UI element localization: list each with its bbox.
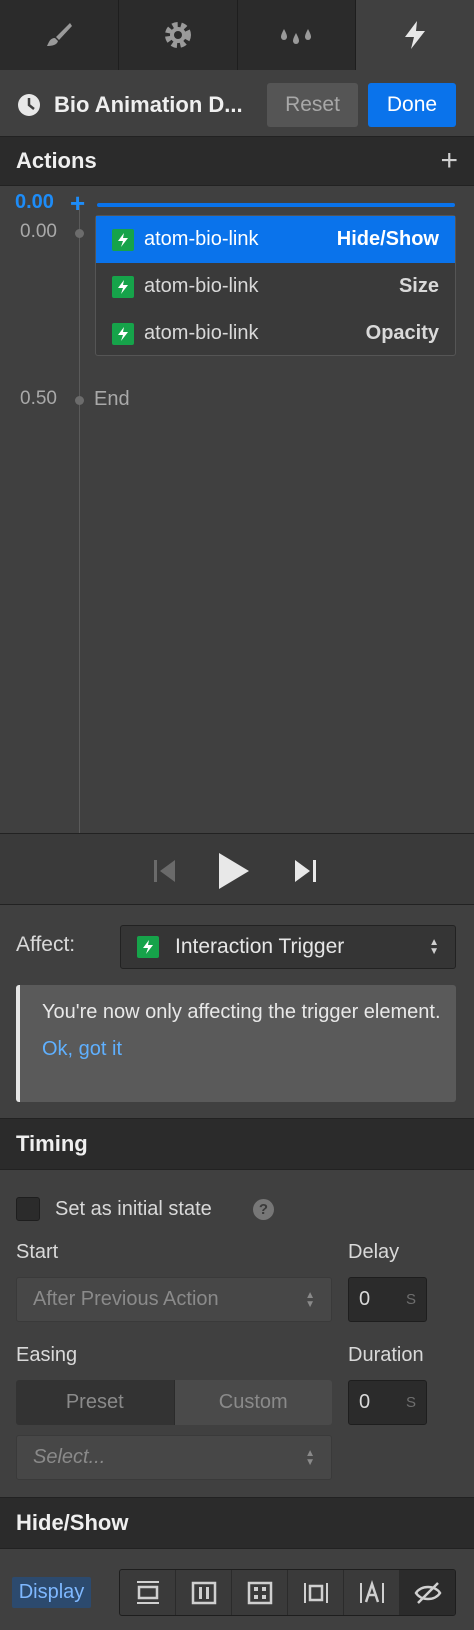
- duration-label: Duration: [348, 1344, 424, 1366]
- timeline-cursor-time[interactable]: 0.00: [15, 191, 54, 214]
- display-flex-button[interactable]: [176, 1570, 232, 1615]
- tab-style-manager[interactable]: [238, 0, 357, 70]
- end-label: End: [94, 388, 130, 410]
- action-element: atom-bio-link: [144, 322, 259, 344]
- action-element: atom-bio-link: [144, 275, 259, 297]
- easing-placeholder: Select...: [33, 1446, 106, 1468]
- affect-select[interactable]: Interaction Trigger ▲ ▼: [120, 925, 456, 969]
- timing-section-title: Timing: [16, 1131, 88, 1156]
- play-icon[interactable]: [216, 851, 252, 891]
- trigger-bolt-icon: [112, 275, 134, 298]
- affect-label: Affect:: [16, 933, 76, 956]
- lightning-icon: [405, 21, 426, 49]
- action-type: Opacity: [365, 322, 439, 344]
- display-label: Display: [12, 1577, 91, 1608]
- duration-input[interactable]: 0 S: [348, 1380, 427, 1425]
- easing-select[interactable]: Select... ▲ ▼: [16, 1435, 332, 1480]
- display-none-button[interactable]: [400, 1570, 455, 1615]
- display-block-button[interactable]: [120, 1570, 176, 1615]
- block-icon: [136, 1580, 159, 1604]
- add-action-button[interactable]: +: [440, 144, 458, 178]
- affect-value: Interaction Trigger: [175, 935, 345, 958]
- interaction-title: Bio Animation D...: [54, 92, 243, 117]
- select-arrows-icon: ▲ ▼: [305, 1289, 315, 1310]
- notice-text: You're now only affecting the trigger el…: [42, 1001, 441, 1023]
- display-inline-block-button[interactable]: [288, 1570, 344, 1615]
- hideshow-section-title: Hide/Show: [16, 1510, 129, 1535]
- action-type: Size: [398, 275, 439, 297]
- delay-label: Delay: [348, 1241, 400, 1263]
- tab-style[interactable]: [0, 0, 119, 70]
- gear-icon: [164, 22, 191, 48]
- tab-interactions[interactable]: [356, 0, 474, 70]
- brush-icon: [46, 23, 72, 46]
- timeline-track: [79, 203, 80, 833]
- group-time: 0.00: [20, 221, 57, 242]
- none-icon: [414, 1581, 441, 1604]
- delay-unit: S: [405, 1291, 416, 1308]
- initial-state-checkbox[interactable]: [16, 1197, 40, 1221]
- end-time: 0.50: [20, 388, 57, 409]
- delay-input[interactable]: 0 S: [348, 1277, 427, 1322]
- grid-icon: [247, 1581, 272, 1604]
- actions-section-header: Actions +: [0, 136, 474, 186]
- tab-settings[interactable]: [119, 0, 238, 70]
- action-item[interactable]: atom-bio-link Hide/Show: [96, 216, 455, 263]
- initial-state-label: Set as initial state: [55, 1198, 212, 1220]
- display-grid-button[interactable]: [232, 1570, 288, 1615]
- affect-notice: You're now only affecting the trigger el…: [16, 985, 456, 1102]
- actions-timeline: 0.00 + 0.00 atom-bio-link Hide/Show atom…: [0, 188, 474, 833]
- reset-button[interactable]: Reset: [267, 83, 358, 127]
- easing-mode-toggle: Preset Custom: [16, 1380, 332, 1425]
- start-value: After Previous Action: [33, 1288, 219, 1310]
- hideshow-section-header: Hide/Show: [0, 1497, 474, 1549]
- timeline-cursor[interactable]: [97, 203, 455, 207]
- start-select[interactable]: After Previous Action ▲ ▼: [16, 1277, 332, 1322]
- inline-icon: [359, 1579, 384, 1603]
- clock-icon: [18, 94, 40, 116]
- action-type: Hide/Show: [336, 228, 439, 250]
- start-label: Start: [16, 1241, 59, 1263]
- trigger-bolt-icon: [112, 322, 134, 345]
- easing-custom-tab[interactable]: Custom: [173, 1380, 332, 1425]
- easing-preset-tab[interactable]: Preset: [16, 1380, 174, 1425]
- help-icon[interactable]: ?: [253, 1199, 274, 1220]
- inline-block-icon: [303, 1582, 328, 1603]
- end-marker: [75, 396, 84, 405]
- display-options: [119, 1569, 456, 1616]
- skip-to-end-icon[interactable]: [291, 858, 319, 884]
- duration-value: 0: [359, 1391, 371, 1413]
- timeline-add-button[interactable]: +: [70, 188, 85, 219]
- flex-icon: [191, 1581, 216, 1604]
- drops-icon: [281, 29, 312, 44]
- playback-controls: [0, 833, 474, 905]
- actions-section-title: Actions: [16, 148, 97, 173]
- skip-to-start-icon[interactable]: [151, 858, 179, 884]
- duration-unit: S: [405, 1394, 416, 1411]
- select-arrows-icon: ▲ ▼: [429, 937, 439, 957]
- action-item[interactable]: atom-bio-link Opacity: [96, 310, 455, 357]
- trigger-bolt-icon: [137, 936, 159, 958]
- delay-value: 0: [359, 1288, 371, 1310]
- trigger-bolt-icon: [112, 228, 134, 251]
- display-inline-button[interactable]: [344, 1570, 400, 1615]
- panel-tabs: [0, 0, 474, 70]
- timing-section-header: Timing: [0, 1118, 474, 1170]
- group-marker: [75, 229, 84, 238]
- action-element: atom-bio-link: [144, 228, 259, 250]
- action-group: atom-bio-link Hide/Show atom-bio-link Si…: [95, 215, 456, 356]
- done-button[interactable]: Done: [368, 83, 456, 127]
- interaction-header: Bio Animation D... Reset Done: [0, 70, 474, 140]
- select-arrows-icon: ▲ ▼: [305, 1447, 315, 1468]
- action-item[interactable]: atom-bio-link Size: [96, 263, 455, 310]
- notice-dismiss-link[interactable]: Ok, got it: [42, 1034, 456, 1065]
- easing-label: Easing: [16, 1344, 78, 1366]
